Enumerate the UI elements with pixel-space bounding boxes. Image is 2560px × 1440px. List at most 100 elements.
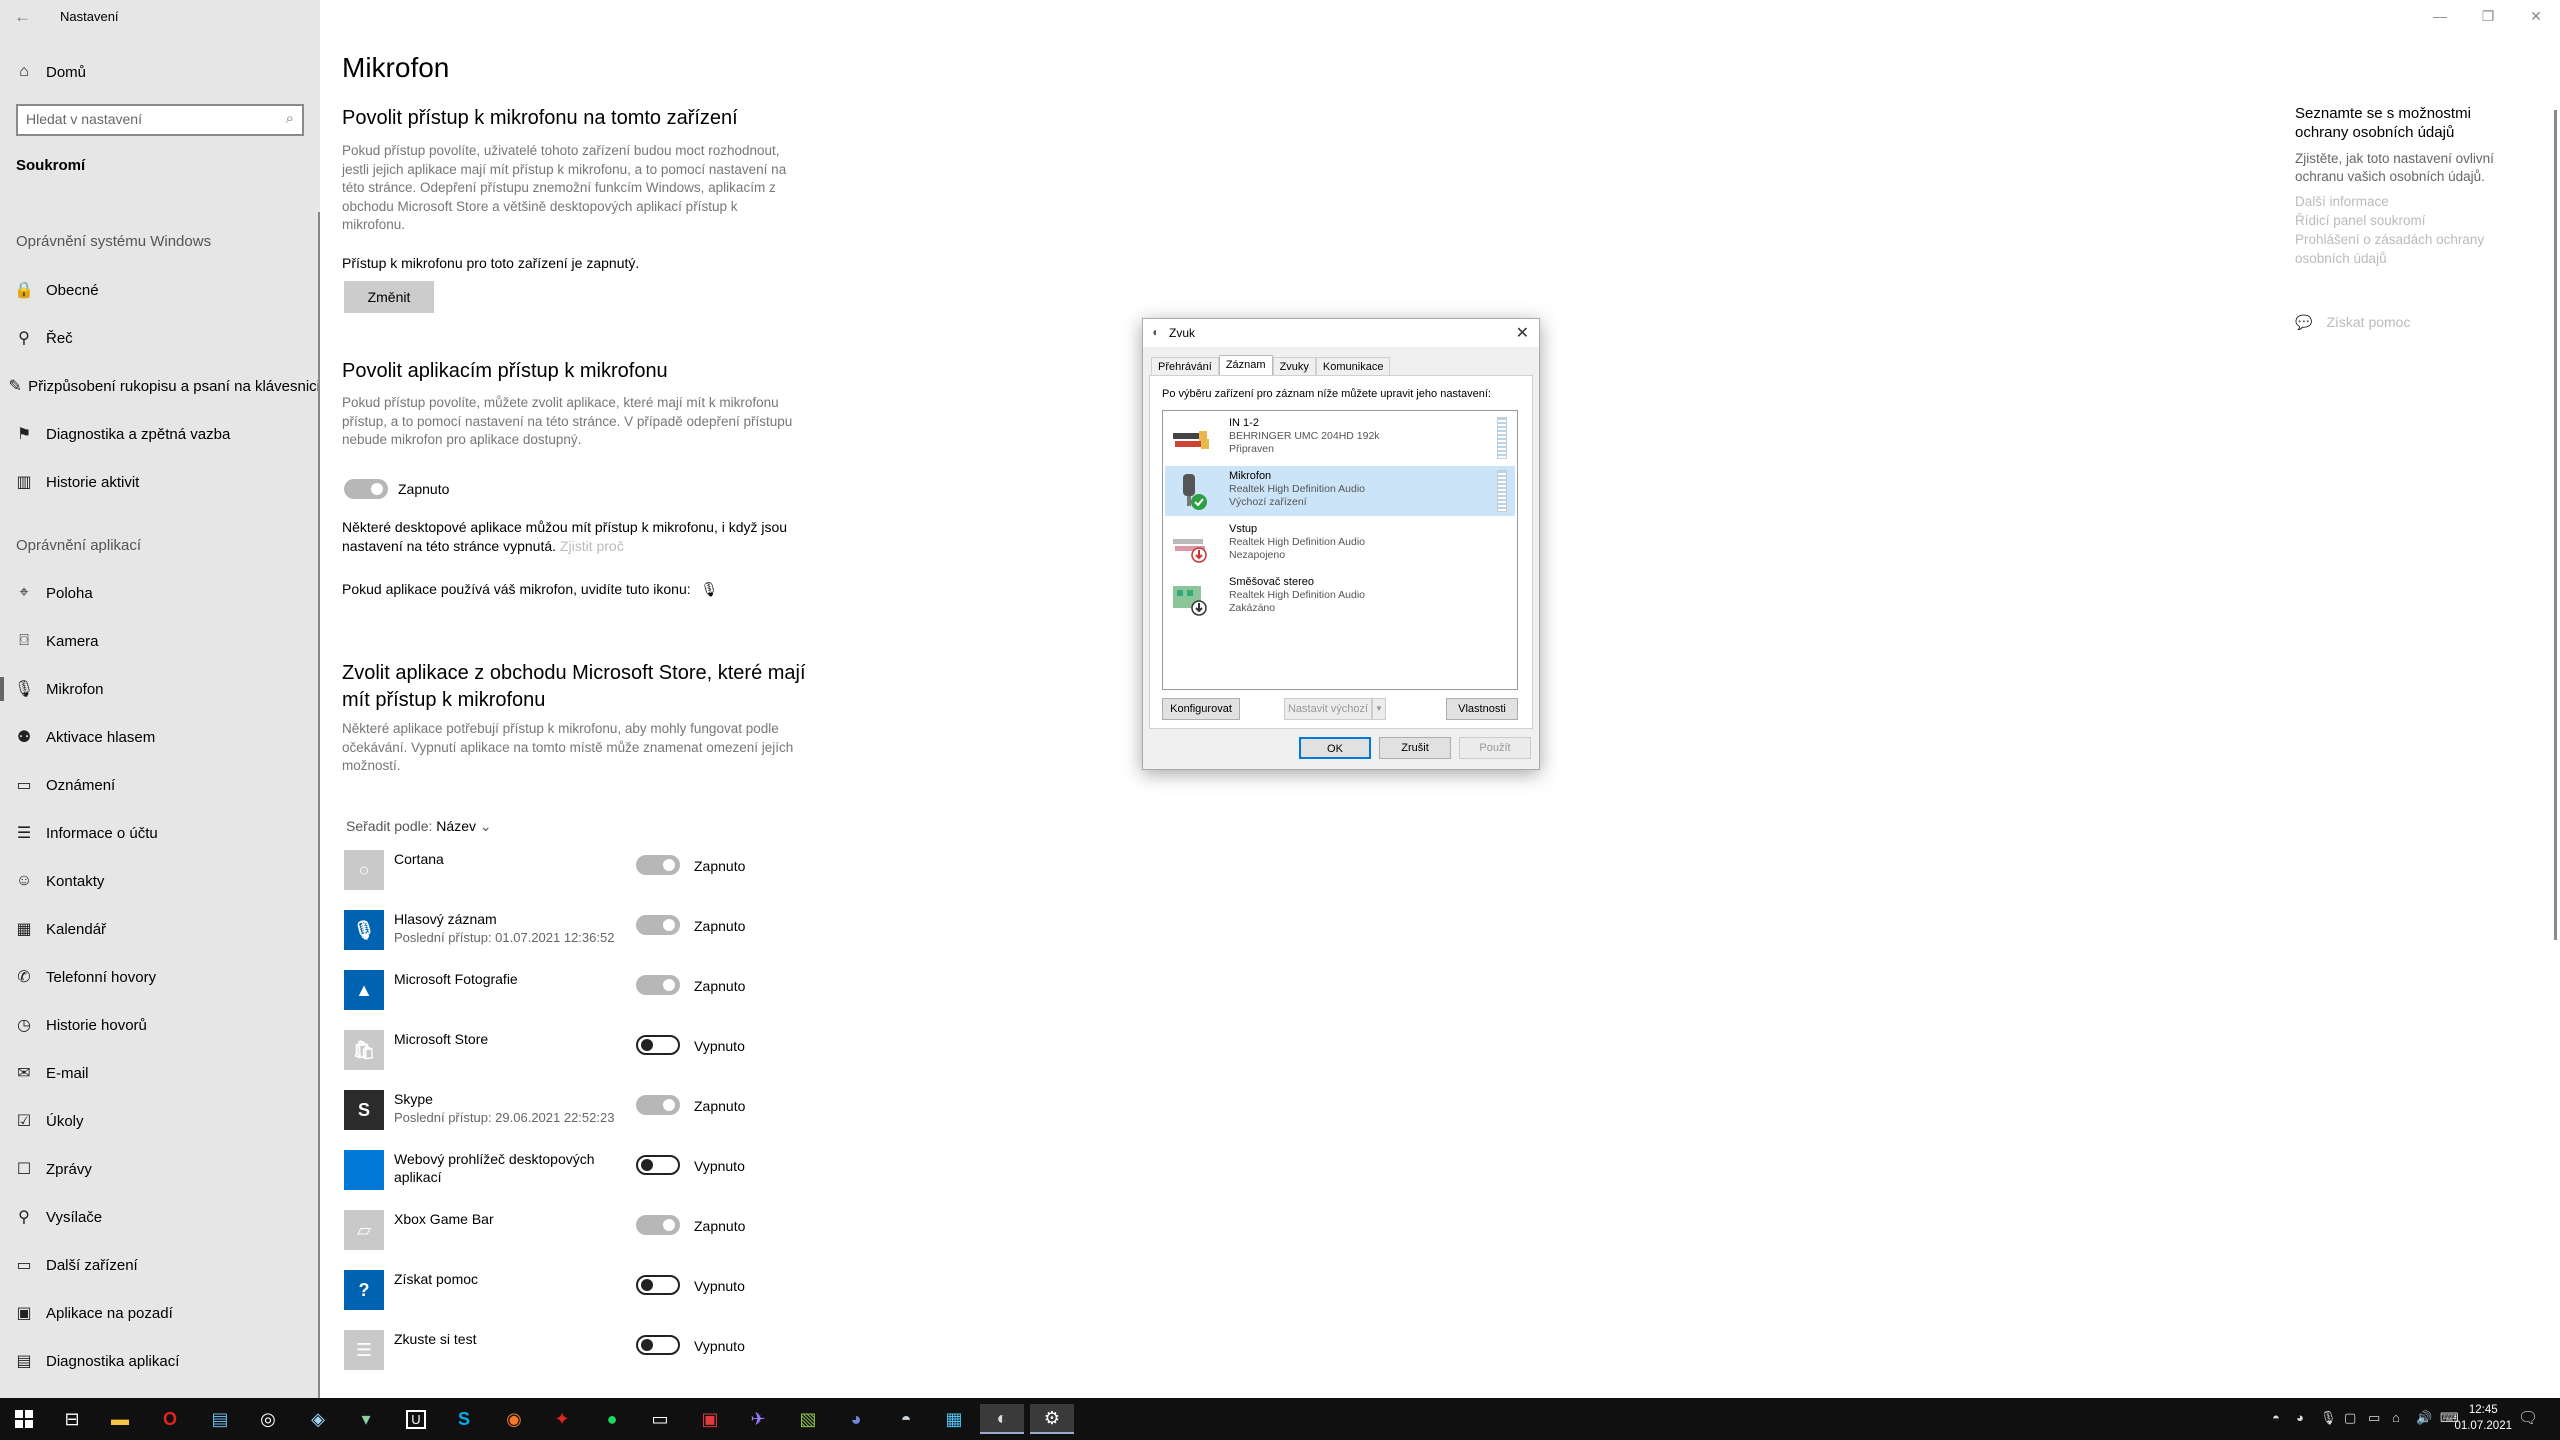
sidebar-item-voice-activation[interactable]: ⚉ Aktivace hlasem bbox=[0, 717, 320, 757]
app-access-toggle[interactable] bbox=[636, 915, 680, 935]
privacy-statement-link[interactable]: Prohlášení o zásadách ochrany osobních ú… bbox=[2295, 230, 2525, 268]
sidebar-item-diagnostics[interactable]: ⚑ Diagnostika a zpětná vazba bbox=[0, 414, 320, 454]
configure-button[interactable]: Konfigurovat bbox=[1162, 698, 1240, 720]
notes-app-icon[interactable]: ◈ bbox=[296, 1404, 340, 1434]
sidebar-item-activity-history[interactable]: ▥ Historie aktivit bbox=[0, 462, 320, 502]
sidebar-item-background-apps[interactable]: ▣ Aplikace na pozadí bbox=[0, 1293, 320, 1333]
tray-app-icon[interactable]: ▢ bbox=[2344, 1410, 2356, 1426]
search-app-icon[interactable]: ◎ bbox=[246, 1404, 290, 1434]
sidebar-item-microphone[interactable]: 🎙 Mikrofon bbox=[0, 669, 320, 709]
search-input[interactable]: Hledat v nastavení ⌕ bbox=[16, 104, 304, 136]
spotify-icon[interactable]: ● bbox=[590, 1404, 634, 1434]
change-button[interactable]: Změnit bbox=[344, 281, 434, 313]
sidebar-item-handwriting[interactable]: ✎ Přizpůsobení rukopisu a psaní na kláves… bbox=[0, 366, 320, 406]
display-tray-icon[interactable]: ▭ bbox=[2368, 1410, 2380, 1426]
sort-label: Seřadit podle: bbox=[346, 818, 433, 834]
ok-button[interactable]: OK bbox=[1299, 737, 1371, 759]
sidebar-item-speech[interactable]: ⚲ Řeč bbox=[0, 318, 320, 358]
sidebar-item-app-diagnostics[interactable]: ▤ Diagnostika aplikací bbox=[0, 1341, 320, 1381]
more-info-link[interactable]: Další informace bbox=[2295, 192, 2525, 211]
recording-device-item[interactable]: IN 1-2 BEHRINGER UMC 204HD 192k Připraven bbox=[1165, 413, 1515, 463]
sidebar-item-location[interactable]: ⌖ Poloha bbox=[0, 573, 320, 613]
app-access-toggle[interactable] bbox=[636, 1275, 680, 1295]
volume-tray-icon[interactable]: 🔊 bbox=[2416, 1410, 2432, 1426]
recording-device-item[interactable]: Směšovač stereo Realtek High Definition A… bbox=[1165, 572, 1515, 622]
sidebar-item-email[interactable]: ✉ E-mail bbox=[0, 1053, 320, 1093]
sidebar-item-other-devices[interactable]: ▭ Další zařízení bbox=[0, 1245, 320, 1285]
sidebar-item-tasks[interactable]: ☑ Úkoly bbox=[0, 1101, 320, 1141]
main-scrollbar[interactable] bbox=[2554, 110, 2557, 940]
notification-center-icon[interactable]: 🗨 bbox=[2518, 1408, 2538, 1428]
mail-app-icon[interactable]: ▣ bbox=[688, 1404, 732, 1434]
ubisoft-icon[interactable]: U bbox=[394, 1404, 438, 1434]
network-tray-icon[interactable]: ⌂ bbox=[2392, 1410, 2400, 1425]
sidebar-item-radios[interactable]: ⚲ Vysílače bbox=[0, 1197, 320, 1237]
properties-button[interactable]: Vlastnosti bbox=[1446, 698, 1518, 720]
recording-device-list[interactable]: IN 1-2 BEHRINGER UMC 204HD 192k Připraven M… bbox=[1162, 410, 1518, 690]
tab-recording[interactable]: Záznam bbox=[1218, 355, 1273, 376]
remote-desktop-icon[interactable]: ▦ bbox=[932, 1404, 976, 1434]
recording-device-item[interactable]: Vstup Realtek High Definition Audio Nezapo… bbox=[1165, 519, 1515, 569]
app-access-toggle[interactable] bbox=[636, 1215, 680, 1235]
privacy-dashboard-link[interactable]: Řídicí panel soukromí bbox=[2295, 211, 2525, 230]
app-access-toggle[interactable] bbox=[636, 1155, 680, 1175]
sidebar-item-home[interactable]: ⌂ Domů bbox=[0, 52, 320, 92]
start-windows-icon[interactable] bbox=[2, 1404, 46, 1434]
sound-settings-taskbar-icon[interactable]: ◐ bbox=[980, 1404, 1024, 1434]
tab-playback[interactable]: Přehrávání bbox=[1151, 357, 1219, 376]
sidebar-item-calendar[interactable]: ▦ Kalendář bbox=[0, 909, 320, 949]
acrobat-icon[interactable]: ✦ bbox=[540, 1404, 584, 1434]
sidebar-item-phone[interactable]: ✆ Telefonní hovory bbox=[0, 957, 320, 997]
discord-icon[interactable]: ◕ bbox=[834, 1404, 878, 1434]
recording-device-item[interactable]: Mikrofon Realtek High Definition Audio Výc… bbox=[1165, 466, 1515, 516]
sidebar-item-contacts[interactable]: ☺ Kontakty bbox=[0, 861, 320, 901]
apply-button[interactable]: Použít bbox=[1459, 737, 1531, 759]
discord-tray-icon[interactable]: ◕ bbox=[2296, 1410, 2304, 1425]
maps-app-icon[interactable]: ▧ bbox=[786, 1404, 830, 1434]
app-access-toggle[interactable] bbox=[636, 1095, 680, 1115]
app-access-toggle[interactable] bbox=[636, 855, 680, 875]
blender-icon[interactable]: ◉ bbox=[492, 1404, 536, 1434]
settings-gear-icon[interactable]: ⚙ bbox=[1030, 1404, 1074, 1434]
notepad-icon[interactable]: ▤ bbox=[198, 1404, 242, 1434]
cancel-button[interactable]: Zrušit bbox=[1379, 737, 1451, 759]
sidebar-item-account-info[interactable]: ☰ Informace o účtu bbox=[0, 813, 320, 853]
skype-taskbar-icon[interactable]: S bbox=[442, 1404, 486, 1434]
restore-icon[interactable]: ❐ bbox=[2464, 0, 2512, 32]
sort-dropdown[interactable]: Seřadit podle: Název ⌄ bbox=[346, 818, 492, 835]
close-icon[interactable]: ✕ bbox=[2512, 0, 2560, 32]
sidebar-item-notifications[interactable]: ▭ Oznámení bbox=[0, 765, 320, 805]
sidebar: ← Nastavení ⌂ Domů Hledat v nastavení ⌕ … bbox=[0, 0, 320, 1398]
opera-icon[interactable]: O bbox=[148, 1404, 192, 1434]
steam-tray-icon[interactable]: ◓ bbox=[2272, 1410, 2280, 1425]
app-access-toggle[interactable] bbox=[344, 479, 388, 499]
tab-communications[interactable]: Komunikace bbox=[1315, 357, 1391, 376]
back-arrow-icon[interactable]: ← bbox=[14, 6, 36, 28]
app-access-toggle[interactable] bbox=[636, 975, 680, 995]
dialog-close-icon[interactable]: ✕ bbox=[1516, 323, 1529, 343]
search-icon[interactable]: ⌕ bbox=[286, 110, 294, 127]
terminal-icon[interactable]: ▭ bbox=[638, 1404, 682, 1434]
minimize-icon[interactable]: — bbox=[2416, 0, 2464, 32]
learn-why-link[interactable]: Zjistit proč bbox=[560, 538, 624, 554]
taskbar-clock[interactable]: 12:45 01.07.2021 bbox=[2454, 1402, 2512, 1434]
task-view-icon[interactable]: ⊟ bbox=[50, 1404, 94, 1434]
sidebar-item-messages[interactable]: ☐ Zprávy bbox=[0, 1149, 320, 1189]
vpn-app-icon[interactable]: ▾ bbox=[344, 1404, 388, 1434]
get-help-link[interactable]: 💬 Získat pomoc bbox=[2295, 314, 2410, 331]
app-access-toggle[interactable] bbox=[636, 1035, 680, 1055]
sidebar-item-lock[interactable]: 🔒 Obecné bbox=[0, 270, 320, 310]
microphone-tray-icon[interactable]: 🎙 bbox=[2320, 1410, 2337, 1426]
notifications-icon: ▭ bbox=[16, 777, 32, 794]
app-access-toggle[interactable] bbox=[636, 1335, 680, 1355]
steam-icon[interactable]: ◓ bbox=[884, 1404, 928, 1434]
store-icon: 🛍 bbox=[344, 1030, 384, 1070]
set-default-button[interactable]: Nastavit výchozí bbox=[1284, 698, 1372, 720]
file-explorer-icon[interactable]: ▬ bbox=[98, 1404, 142, 1434]
sidebar-item-camera[interactable]: ⌼ Kamera bbox=[0, 621, 320, 661]
account-info-icon: ☰ bbox=[16, 825, 32, 842]
set-default-dropdown-arrow-icon[interactable]: ▼ bbox=[1372, 698, 1386, 720]
tab-sounds[interactable]: Zvuky bbox=[1272, 357, 1316, 376]
game-launcher-icon[interactable]: ✈ bbox=[736, 1404, 780, 1434]
sidebar-item-call-history[interactable]: ◷ Historie hovorů bbox=[0, 1005, 320, 1045]
